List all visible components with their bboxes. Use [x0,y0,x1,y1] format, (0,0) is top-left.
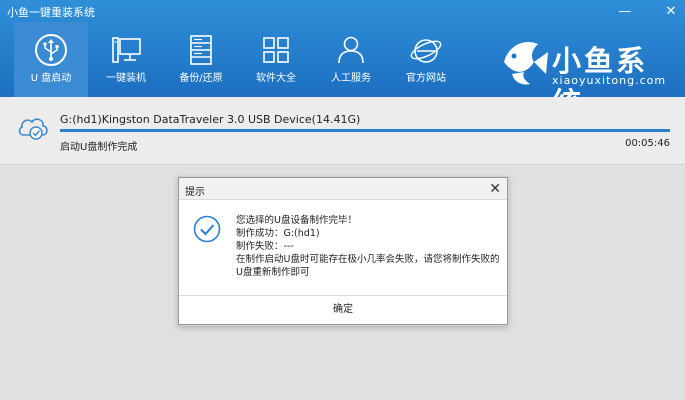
dialog-message-note: 在制作启动U盘时可能存在极小几率会失败，请您将制作失败的 [236,254,500,265]
usb-icon [35,34,67,66]
check-circle-icon [193,215,221,243]
usb-device-name: G:(hd1)Kingston DataTraveler 3.0 USB Dev… [60,113,361,126]
nav-backup-restore[interactable]: 备份/还原 [164,22,238,97]
dialog-message-failure: 制作失败：--- [236,241,294,252]
nav-label-official-website: 官方网站 [406,73,446,84]
computer-icon [112,37,141,63]
person-icon [338,36,364,64]
nav-label-one-click-install: 一键装机 [106,73,146,84]
task-status: 启动U盘制作完成 [60,142,138,153]
app-header: 小鱼一键重装系统 — ✕ U 盘启动 一键装机 备份/还原 软件大全 人工服务 … [0,0,685,120]
grid-icon [263,37,289,63]
elapsed-time: 00:05:46 [625,138,670,149]
brand-logo: 小鱼系统 xiaoyuxitong.com [494,30,679,120]
window-title: 小鱼一键重装系统 [7,6,95,19]
dialog-message-note-2: U盘重新制作即可 [236,267,310,278]
task-panel: G:(hd1)Kingston DataTraveler 3.0 USB Dev… [0,97,685,165]
cloud-sync-icon [18,118,48,140]
brand-url: xiaoyuxitong.com [552,74,667,87]
dialog-header: 提示 ✕ [179,178,507,200]
dialog-message-success: 制作成功：G:(hd1) [236,228,320,239]
nav-one-click-install[interactable]: 一键装机 [89,22,163,97]
dialog-close-button[interactable]: ✕ [489,180,501,198]
nav-label-usb-boot: U 盘启动 [30,73,72,84]
nav-official-website[interactable]: 官方网站 [389,22,463,97]
confirm-button[interactable]: 确定 [179,296,507,324]
nav-software[interactable]: 软件大全 [239,22,313,97]
dialog-title: 提示 [185,187,205,198]
alert-dialog: 提示 ✕ 您选择的U盘设备制作完毕！ 制作成功：G:(hd1) 制作失败：---… [178,177,508,325]
fish-logo-icon [504,42,548,85]
nav-usb-boot[interactable]: U 盘启动 [14,22,88,97]
nav-label-backup-restore: 备份/还原 [179,73,223,84]
nav-manual-service[interactable]: 人工服务 [314,22,388,97]
nav-label-software: 软件大全 [256,73,296,84]
ie-icon [410,39,442,63]
minimize-button[interactable]: — [614,2,636,22]
server-icon [190,35,212,65]
dialog-message-complete: 您选择的U盘设备制作完毕！ [236,215,357,226]
window-close-button[interactable]: ✕ [660,2,682,22]
nav-label-manual-service: 人工服务 [331,73,371,84]
progress-bar [60,129,670,132]
